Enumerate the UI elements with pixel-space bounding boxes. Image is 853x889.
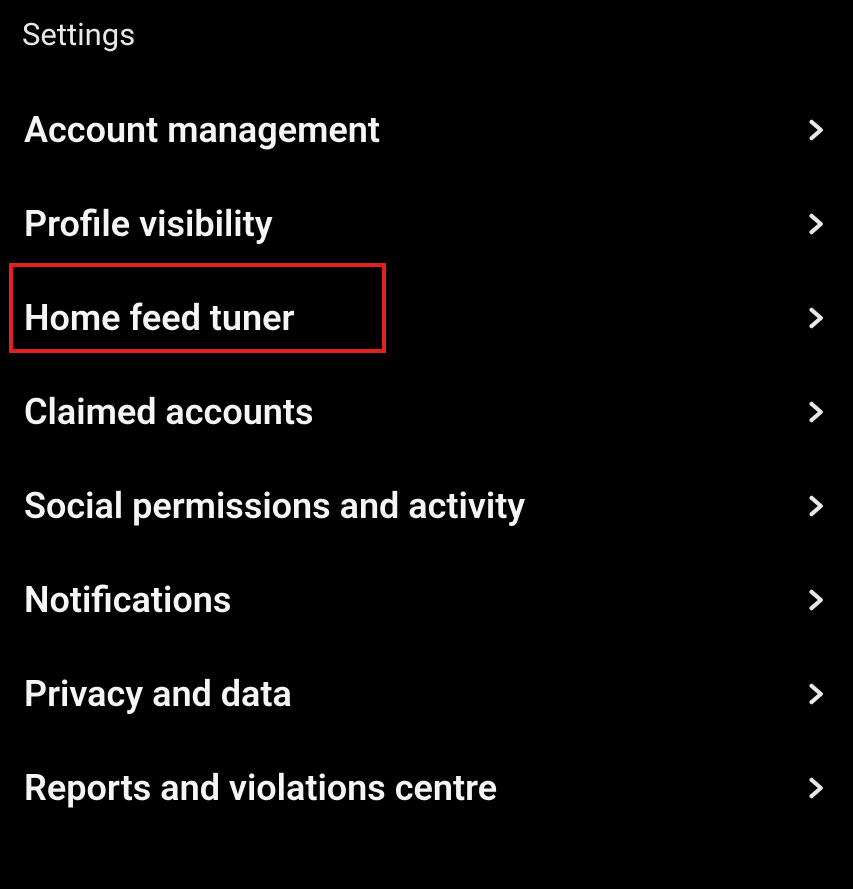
chevron-right-icon bbox=[801, 116, 829, 144]
chevron-right-icon bbox=[801, 680, 829, 708]
chevron-right-icon bbox=[801, 398, 829, 426]
settings-item-privacy-and-data[interactable]: Privacy and data bbox=[0, 647, 853, 741]
settings-item-label: Claimed accounts bbox=[24, 391, 314, 433]
settings-item-reports-and-violations[interactable]: Reports and violations centre bbox=[0, 741, 853, 835]
settings-item-home-feed-tuner[interactable]: Home feed tuner bbox=[0, 271, 853, 365]
settings-item-label: Home feed tuner bbox=[24, 297, 294, 339]
header: Settings bbox=[0, 0, 853, 83]
settings-item-account-management[interactable]: Account management bbox=[0, 83, 853, 177]
settings-item-notifications[interactable]: Notifications bbox=[0, 553, 853, 647]
chevron-right-icon bbox=[801, 586, 829, 614]
page-title: Settings bbox=[22, 16, 831, 53]
settings-item-label: Notifications bbox=[24, 579, 231, 621]
chevron-right-icon bbox=[801, 304, 829, 332]
settings-item-label: Privacy and data bbox=[24, 673, 292, 715]
settings-item-profile-visibility[interactable]: Profile visibility bbox=[0, 177, 853, 271]
chevron-right-icon bbox=[801, 210, 829, 238]
chevron-right-icon bbox=[801, 774, 829, 802]
settings-item-claimed-accounts[interactable]: Claimed accounts bbox=[0, 365, 853, 459]
chevron-right-icon bbox=[801, 492, 829, 520]
settings-item-social-permissions[interactable]: Social permissions and activity bbox=[0, 459, 853, 553]
settings-item-label: Social permissions and activity bbox=[24, 485, 525, 527]
settings-item-label: Reports and violations centre bbox=[24, 767, 497, 809]
settings-list: Account management Profile visibility Ho… bbox=[0, 83, 853, 835]
settings-item-label: Account management bbox=[24, 109, 380, 151]
settings-item-label: Profile visibility bbox=[24, 203, 273, 245]
